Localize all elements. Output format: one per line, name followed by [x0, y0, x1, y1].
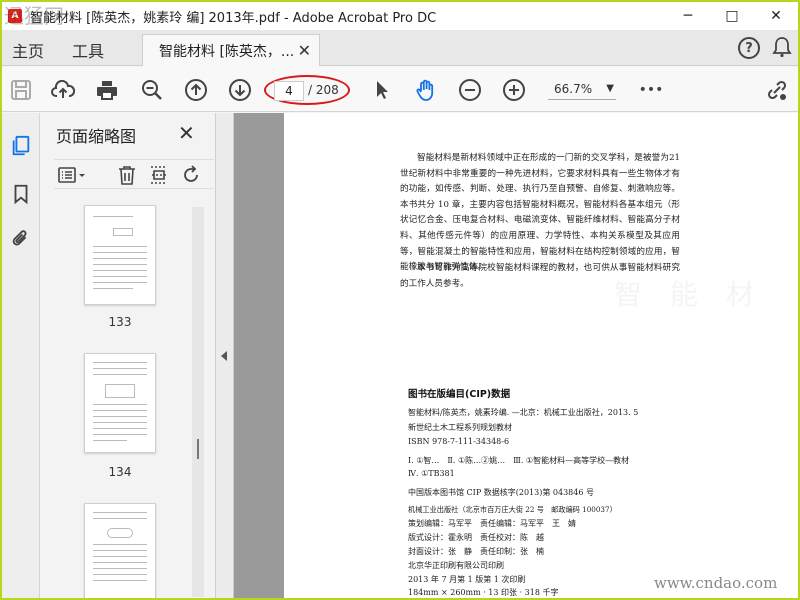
cip-line: 智能材料/陈英杰，姚素玲编. —北京：机械工业出版社，2013. 5: [408, 408, 639, 417]
zoom-level-value: 66.7%: [554, 82, 593, 96]
panel-title: 页面缩略图: [56, 127, 137, 146]
tools-tab[interactable]: 工具: [72, 38, 104, 62]
thumbnail-options-icon[interactable]: [54, 164, 90, 186]
thumbnail-scrollbar[interactable]: [192, 207, 204, 597]
window-title: 智能材料 [陈英杰，姚素玲 编] 2013年.pdf - Adobe Acrob…: [30, 10, 437, 26]
zoom-in-icon[interactable]: [501, 77, 527, 103]
cip-line: 封面设计：张 静 责任印制：张 楠: [408, 547, 544, 556]
watermark-bottom-right: www.cndao.com: [654, 574, 778, 592]
scrollbar-grip[interactable]: [197, 439, 199, 459]
cip-line: 机械工业出版社（北京市百万庄大街 22 号 邮政编码 100037）: [408, 505, 617, 514]
upload-cloud-icon[interactable]: [50, 77, 76, 103]
cip-line: Ⅰ. ①智… Ⅱ. ①陈…②姚… Ⅲ. ①智能材料—高等学校—教材: [408, 456, 630, 465]
cip-line: 2013 年 7 月第 1 版第 1 次印刷: [408, 575, 526, 584]
watermark-top-left: 迅猛网: [4, 4, 64, 28]
main-toolbar: 4 / 208 66.7% ▼ •••: [2, 67, 798, 112]
cip-line: Ⅳ. ①TB381: [408, 469, 455, 478]
intro-paragraph: 智能材料是新材料领域中正在形成的一门新的交叉学科，是被誉为21 世纪新材料中非常…: [400, 153, 680, 273]
document-tab-label: 智能材料 [陈英杰，...: [159, 43, 295, 60]
cip-line: 新世纪土木工程系列规划教材: [408, 423, 512, 432]
document-tab-close-button[interactable]: ✕: [298, 41, 311, 60]
next-page-icon[interactable]: [227, 77, 253, 103]
collapse-panel-strip[interactable]: [216, 113, 234, 598]
intro-paragraph: 本书可作为高等院校智能材料课程的教材，也可供从事智能材料研究的工作人员参考。: [400, 263, 680, 289]
page-thumbnails-icon[interactable]: [8, 133, 34, 159]
attachments-paperclip-icon[interactable]: [8, 226, 34, 252]
page-thumbnail-135[interactable]: [84, 503, 156, 598]
hand-tool-icon[interactable]: [413, 77, 439, 103]
previous-page-icon[interactable]: [183, 77, 209, 103]
current-page-input[interactable]: 4: [274, 81, 304, 101]
cip-heading: 图书在版编目(CIP)数据: [408, 389, 511, 400]
chevron-down-icon: ▼: [606, 83, 614, 94]
maximize-button[interactable]: □: [710, 2, 754, 30]
cip-line: 版式设计：霍永明 责任校对：陈 越: [408, 533, 544, 542]
close-window-button[interactable]: ✕: [754, 2, 798, 30]
page-thumbnail-133[interactable]: [84, 205, 156, 305]
notification-bell-icon[interactable]: [772, 36, 792, 58]
select-arrow-icon[interactable]: [369, 77, 395, 103]
rotate-page-icon[interactable]: [180, 164, 202, 186]
bookmarks-icon[interactable]: [8, 181, 34, 207]
panel-toolbar: [54, 159, 214, 189]
panel-close-button[interactable]: ✕: [178, 121, 195, 145]
document-view[interactable]: 智 能 材 智能材料是新材料领域中正在形成的一门新的交叉学科，是被誉为21 世纪…: [234, 113, 798, 598]
home-tab[interactable]: 主页: [12, 38, 44, 62]
zoom-out-search-icon[interactable]: [139, 77, 165, 103]
help-icon[interactable]: ?: [738, 37, 760, 59]
collapse-arrow-icon: [221, 351, 227, 361]
zoom-out-icon[interactable]: [457, 77, 483, 103]
page-thumbnail-number: 133: [108, 315, 132, 329]
print-icon[interactable]: [94, 77, 120, 103]
cip-line: ISBN 978-7-111-34348-6: [408, 437, 510, 446]
share-link-icon[interactable]: [764, 77, 790, 103]
cip-line: 策划编辑：马军平 责任编辑：马军平 王 婧: [408, 519, 576, 528]
menu-tab-bar: 主页 工具 智能材料 [陈英杰，... ✕ ?: [2, 30, 798, 66]
title-bar: A 智能材料 [陈英杰，姚素玲 编] 2013年.pdf - Adobe Acr…: [2, 2, 798, 30]
document-tab[interactable]: 智能材料 [陈英杰，... ✕: [142, 34, 320, 66]
cip-line: 北京华正印刷有限公司印刷: [408, 561, 504, 570]
window-controls: ─ □ ✕: [666, 2, 798, 30]
cip-line: 184mm × 260mm · 13 印张 · 318 千字: [408, 588, 559, 597]
cip-line: 中国版本图书馆 CIP 数据核字(2013)第 043846 号: [408, 488, 594, 497]
page-thumbnail-number: 134: [108, 465, 132, 479]
page-thumbnails-panel: 页面缩略图 ✕ 133 134: [40, 113, 216, 598]
total-pages-label: / 208: [308, 83, 339, 97]
extract-page-icon[interactable]: [148, 164, 170, 186]
more-tools-icon[interactable]: •••: [638, 77, 664, 103]
page-number-highlight: 4 / 208: [264, 75, 350, 105]
navigation-rail: [2, 113, 40, 598]
pdf-page: 智 能 材 智能材料是新材料领域中正在形成的一门新的交叉学科，是被誉为21 世纪…: [284, 113, 798, 598]
minimize-button[interactable]: ─: [666, 2, 710, 30]
delete-page-trash-icon[interactable]: [116, 164, 138, 186]
save-icon[interactable]: [8, 77, 34, 103]
zoom-level-dropdown[interactable]: 66.7% ▼: [548, 78, 616, 100]
thumbnail-list: 133 134: [40, 203, 208, 598]
page-thumbnail-134[interactable]: [84, 353, 156, 453]
